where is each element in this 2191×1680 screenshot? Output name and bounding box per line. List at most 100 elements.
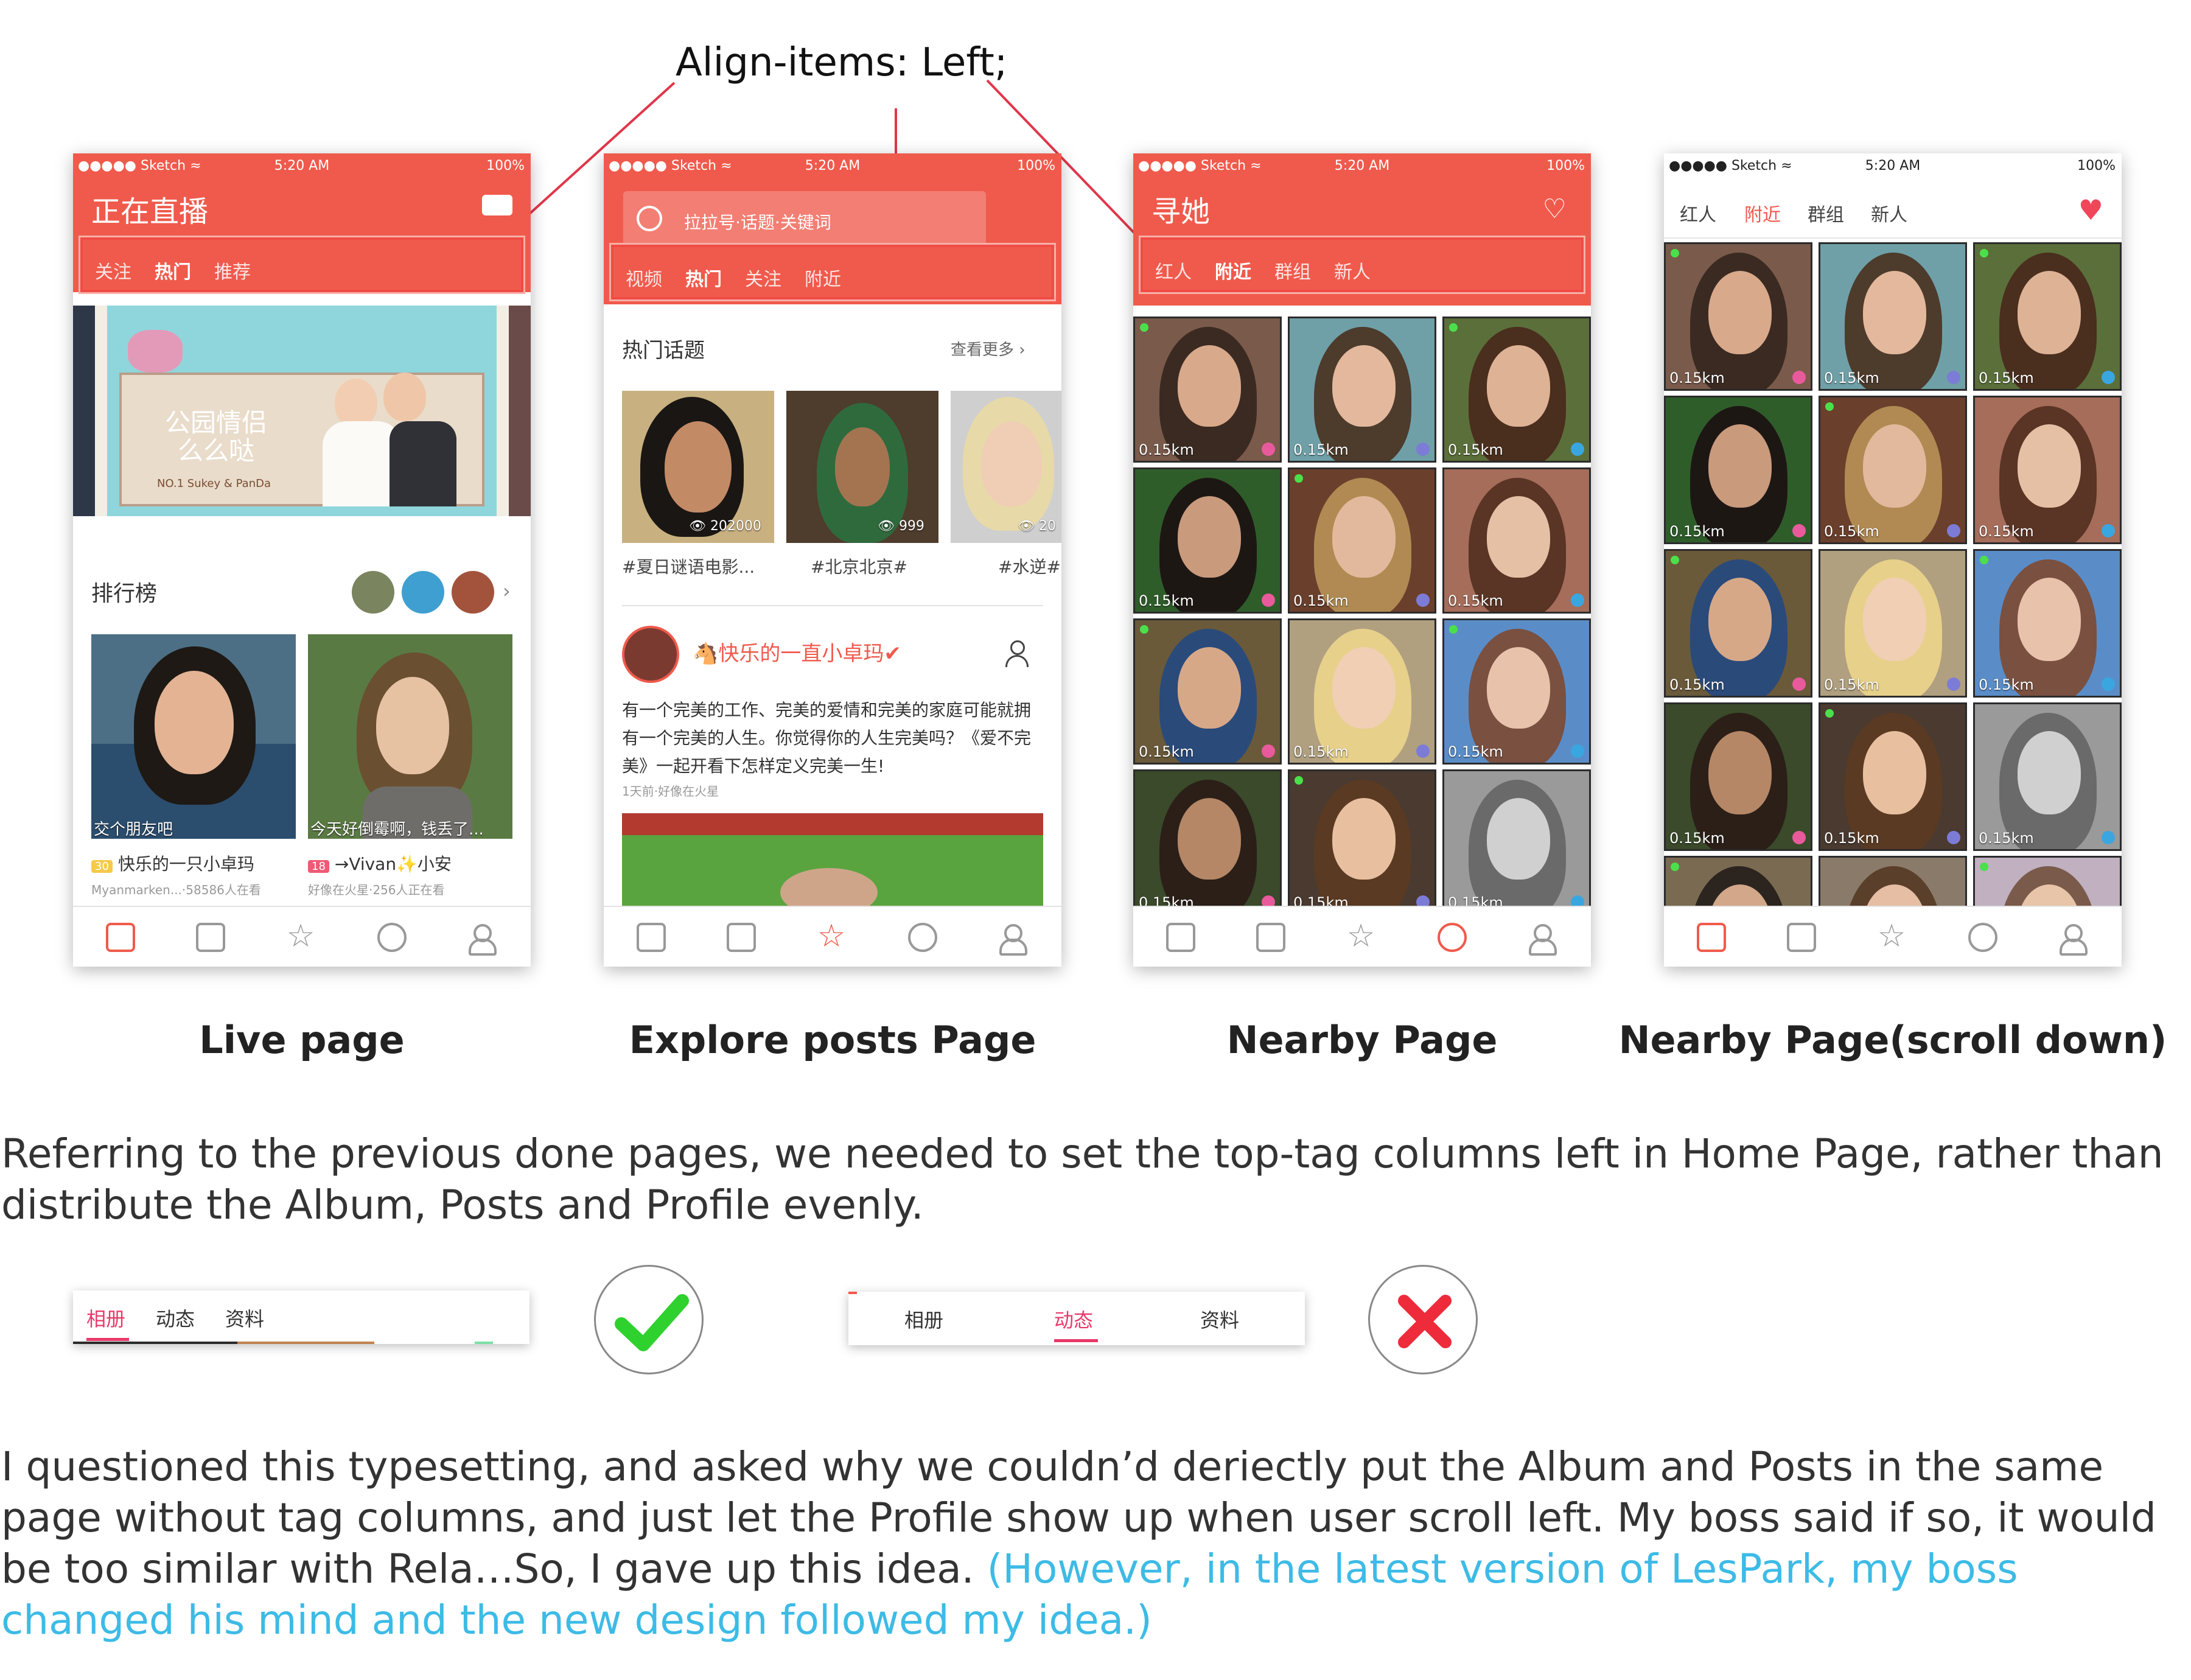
battery-label: 100% [1546,158,1585,173]
chat-bubble-icon[interactable] [727,923,756,952]
user-photo-tile[interactable]: 0.15km [1973,702,2122,851]
user-photo-tile[interactable]: 0.15km [1133,769,1282,915]
user-photo-tile[interactable]: 0.15km [1819,549,1967,698]
see-more-link[interactable]: 查看更多 › [951,337,1026,360]
user-photo-tile[interactable]: 0.15km [1973,396,2122,544]
user-photo-tile[interactable]: 0.15km [1442,467,1591,614]
live-video-icon[interactable] [1166,923,1195,952]
user-photo-tile[interactable]: 0.15km [1664,242,1812,391]
tab-follow[interactable]: 关注 [95,257,131,284]
topic-tag[interactable]: #水逆# [998,554,1061,578]
tab-posts[interactable]: 动态 [156,1304,195,1332]
heart-icon[interactable]: ♥ [2078,194,2103,226]
live-video-icon[interactable] [1697,923,1726,952]
live-card[interactable]: 交个朋友吧 [91,634,296,839]
role-badge-icon [1262,744,1275,758]
location-icon[interactable] [908,923,937,952]
profile-icon[interactable] [1526,923,1557,956]
avatar[interactable] [622,626,679,683]
banner-carousel[interactable]: 公园情侣 么么哒 NO.1 Sukey & PanDa [73,306,531,516]
topic-card[interactable]: 👁 202000 [622,391,774,543]
caption-nearby: Nearby Page [1226,1018,1498,1062]
tab-profile[interactable]: 资料 [225,1304,264,1332]
tab-groups[interactable]: 群组 [1808,200,1844,226]
distance-label: 0.15km [1669,830,1725,847]
user-photo-tile[interactable]: 0.15km [1133,317,1282,463]
user-photo-tile[interactable]: 0.15km [1442,618,1591,765]
user-photo-tile[interactable]: 0.15km [1973,242,2122,391]
star-icon[interactable]: ☆ [1877,920,1906,952]
live-video-icon[interactable] [106,923,135,952]
role-badge-icon [1792,831,1806,844]
follow-user-icon[interactable] [1005,640,1032,667]
user-photo-tile[interactable]: 0.15km [1133,618,1282,765]
user-photo-tile[interactable]: 0.15km [1664,396,1812,544]
chat-bubble-icon[interactable] [196,923,225,952]
post-author[interactable]: 🐴快乐的一直小卓玛✔ [693,637,901,667]
live-video-icon[interactable] [637,923,666,952]
video-camera-icon[interactable] [482,195,512,215]
ranking-avatar[interactable] [452,571,494,614]
user-photo-tile[interactable]: 0.15km [1288,618,1436,765]
topic-card[interactable]: 👁 999 [786,391,938,543]
tab-nearby[interactable]: 附近 [1215,257,1251,284]
tab-recommend[interactable]: 推荐 [214,257,251,284]
user-photo-tile[interactable]: 0.15km [1973,549,2122,698]
user-photo-tile[interactable]: 0.15km [1819,702,1967,851]
tab-profile[interactable]: 资料 [1200,1305,1239,1333]
role-badge-icon [1262,593,1275,607]
tab-video[interactable]: 视频 [626,264,662,291]
tab-nearby[interactable]: 附近 [1744,200,1781,226]
location-icon[interactable] [377,923,407,952]
heart-icon[interactable]: ♡ [1543,194,1567,225]
profile-icon[interactable] [2057,923,2088,956]
chat-bubble-icon[interactable] [1256,923,1285,952]
chevron-right-icon[interactable]: › [503,579,511,603]
tab-album[interactable]: 相册 [86,1304,125,1332]
user-photo-tile[interactable]: 0.15km [1288,317,1436,463]
user-photo-tile[interactable]: 0.15km [1288,467,1436,614]
tab-groups[interactable]: 群组 [1274,257,1311,284]
topic-tag[interactable]: #北京北京# [811,554,907,578]
user-photo-tile[interactable]: 0.15km [1442,769,1591,915]
profile-icon[interactable] [466,923,497,956]
distance-label: 0.15km [1979,369,2034,387]
post-meta: 1天前·好像在火星 [622,784,719,799]
post-image[interactable] [622,813,1043,906]
user-photo-tile[interactable]: 0.15km [1442,317,1591,463]
user-photo-tile[interactable]: 0.15km [1664,549,1812,698]
user-photo-tile[interactable]: 0.15km [1664,702,1812,851]
tab-new[interactable]: 新人 [1871,200,1907,226]
tab-popular[interactable]: 红人 [1680,200,1716,226]
ranking-avatar[interactable] [402,571,444,614]
active-tab-indicator [86,1338,129,1341]
star-icon[interactable]: ☆ [1346,920,1375,952]
battery-label: 100% [2077,158,2116,173]
tab-posts[interactable]: 动态 [1054,1305,1093,1333]
profile-icon[interactable] [997,923,1027,956]
chat-bubble-icon[interactable] [1787,923,1816,952]
star-icon[interactable]: ☆ [817,920,846,952]
ranking-avatar[interactable] [352,571,394,614]
user-photo-tile[interactable]: 0.15km [1288,769,1436,915]
topic-tag[interactable]: #夏日谜语电影... [622,554,755,578]
star-icon[interactable]: ☆ [286,920,315,952]
user-photo-tile[interactable]: 0.15km [1133,467,1282,614]
tab-hot[interactable]: 热门 [685,264,722,291]
topic-card[interactable]: 👁 20 [951,391,1061,543]
location-icon[interactable] [1438,923,1467,952]
location-icon[interactable] [1968,923,1997,952]
live-card[interactable]: 今天好倒霉啊，钱丢了... [308,634,512,839]
user-photo-tile[interactable]: 0.15km [1819,242,1967,391]
online-status-dot [1140,625,1148,634]
tab-popular[interactable]: 红人 [1155,257,1192,284]
search-input[interactable]: 拉拉号·话题·关键词 [623,191,986,247]
tab-hot[interactable]: 热门 [155,257,191,284]
tab-album[interactable]: 相册 [904,1305,943,1333]
tab-new[interactable]: 新人 [1334,257,1371,284]
tab-follow[interactable]: 关注 [745,264,781,291]
user-photo-tile[interactable]: 0.15km [1819,396,1967,544]
tab-nearby[interactable]: 附近 [805,264,841,291]
streamer-name: →Vivan✨小安 [334,854,452,874]
distance-label: 0.15km [1448,743,1503,760]
